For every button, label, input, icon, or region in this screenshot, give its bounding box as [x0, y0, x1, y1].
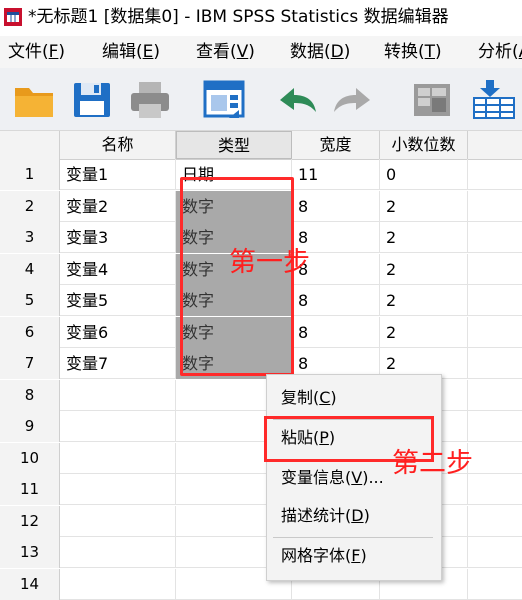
cell-name[interactable]	[60, 442, 176, 474]
column-header-width[interactable]: 宽度	[292, 131, 380, 159]
column-header-blank[interactable]	[468, 131, 522, 159]
cell-name[interactable]: 变量5	[60, 285, 176, 316]
row-number[interactable]: 4	[0, 253, 60, 285]
column-header-type[interactable]: 类型	[176, 131, 292, 159]
cell-blank[interactable]	[468, 317, 522, 348]
menu-transform[interactable]: 转换(T)	[384, 41, 442, 63]
cell-name[interactable]: 变量3	[60, 222, 176, 253]
cell-name[interactable]	[60, 505, 176, 537]
save-icon[interactable]	[70, 78, 114, 122]
cell-width[interactable]: 8	[292, 285, 380, 316]
row-number[interactable]: 10	[0, 442, 60, 474]
menu-separator	[273, 537, 433, 538]
row-number[interactable]: 6	[0, 316, 60, 348]
redo-icon[interactable]	[332, 78, 376, 122]
table-row: 8	[0, 379, 522, 411]
row-number[interactable]: 3	[0, 222, 60, 253]
column-header-name[interactable]: 名称	[60, 131, 176, 159]
column-header-decimals[interactable]: 小数位数	[380, 131, 468, 159]
cell-name[interactable]	[60, 474, 176, 505]
goto-case-icon[interactable]	[410, 78, 454, 122]
cell-blank[interactable]	[468, 254, 522, 285]
cell-decimals[interactable]: 2	[380, 253, 468, 285]
toolbar	[0, 68, 522, 131]
cell-blank[interactable]	[468, 411, 522, 442]
cell-name[interactable]: 变量4	[60, 253, 176, 285]
undo-icon[interactable]	[274, 78, 318, 122]
cell-blank[interactable]	[468, 537, 522, 568]
menu-edit[interactable]: 编辑(E)	[102, 41, 160, 63]
cell-blank[interactable]	[468, 474, 522, 505]
cell-blank[interactable]	[468, 569, 522, 600]
insert-variable-icon[interactable]	[472, 78, 516, 122]
context-menu-copy[interactable]: 复制(C)	[281, 387, 337, 409]
row-number[interactable]: 8	[0, 379, 60, 411]
cell-name[interactable]: 变量7	[60, 348, 176, 379]
cell-decimals[interactable]: 2	[380, 316, 468, 348]
row-number[interactable]: 2	[0, 190, 60, 222]
cell-name[interactable]: 变量1	[60, 159, 176, 190]
table-row: 9	[0, 411, 522, 442]
cell-blank[interactable]	[468, 348, 522, 379]
cell-width[interactable]: 8	[292, 316, 380, 348]
cell-name[interactable]: 变量2	[60, 190, 176, 222]
table-row: 12	[0, 505, 522, 537]
cell-blank[interactable]	[468, 506, 522, 537]
context-menu-variable-info[interactable]: 变量信息(V)...	[281, 467, 384, 489]
menu-analyze[interactable]: 分析(A)	[478, 41, 522, 63]
table-row: 13	[0, 537, 522, 568]
cell-decimals[interactable]: 0	[380, 159, 468, 190]
cell-width[interactable]: 8	[292, 190, 380, 222]
row-number[interactable]: 13	[0, 537, 60, 568]
cell-name[interactable]	[60, 411, 176, 442]
cell-blank[interactable]	[468, 159, 522, 190]
row-number[interactable]: 11	[0, 474, 60, 505]
cell-blank[interactable]	[468, 191, 522, 222]
row-number[interactable]: 12	[0, 505, 60, 537]
row-number[interactable]: 1	[0, 159, 60, 190]
table-row: 14	[0, 568, 522, 600]
row-number[interactable]: 9	[0, 411, 60, 442]
title-bar: *无标题1 [数据集0] - IBM SPSS Statistics 数据编辑器	[0, 0, 522, 34]
row-number[interactable]: 14	[0, 568, 60, 600]
menu-data[interactable]: 数据(D)	[290, 41, 350, 63]
cell-name[interactable]	[60, 568, 176, 600]
cell-blank[interactable]	[468, 443, 522, 474]
recall-dialog-icon[interactable]	[202, 78, 246, 122]
step2-annotation: 第二步	[392, 448, 473, 479]
cell-decimals[interactable]: 2	[380, 285, 468, 316]
menu-view[interactable]: 查看(V)	[196, 41, 255, 63]
window-title: *无标题1 [数据集0] - IBM SPSS Statistics 数据编辑器	[28, 7, 449, 27]
cell-blank[interactable]	[468, 285, 522, 316]
cell-blank[interactable]	[468, 222, 522, 253]
cell-name[interactable]: 变量6	[60, 316, 176, 348]
cell-decimals[interactable]: 2	[380, 222, 468, 253]
cell-name[interactable]	[60, 537, 176, 568]
row-number[interactable]: 7	[0, 348, 60, 379]
cell-blank[interactable]	[468, 380, 522, 411]
print-icon[interactable]	[128, 78, 172, 122]
cell-width[interactable]: 11	[292, 159, 380, 190]
corner-cell[interactable]	[0, 131, 60, 159]
cell-decimals[interactable]: 2	[380, 190, 468, 222]
row-number[interactable]: 5	[0, 285, 60, 316]
menu-bar: 文件(F) 编辑(E) 查看(V) 数据(D) 转换(T) 分析(A)	[0, 36, 522, 68]
menu-file[interactable]: 文件(F)	[8, 41, 65, 63]
cell-name[interactable]	[60, 379, 176, 411]
context-menu-grid-font[interactable]: 网格字体(F)	[281, 545, 367, 567]
context-menu-descriptives[interactable]: 描述统计(D)	[281, 505, 370, 527]
step1-annotation: 第一步	[229, 247, 310, 278]
column-header-row: 名称 类型 宽度 小数位数	[0, 131, 522, 160]
open-folder-icon[interactable]	[12, 78, 56, 122]
spss-app-icon[interactable]	[4, 8, 22, 26]
